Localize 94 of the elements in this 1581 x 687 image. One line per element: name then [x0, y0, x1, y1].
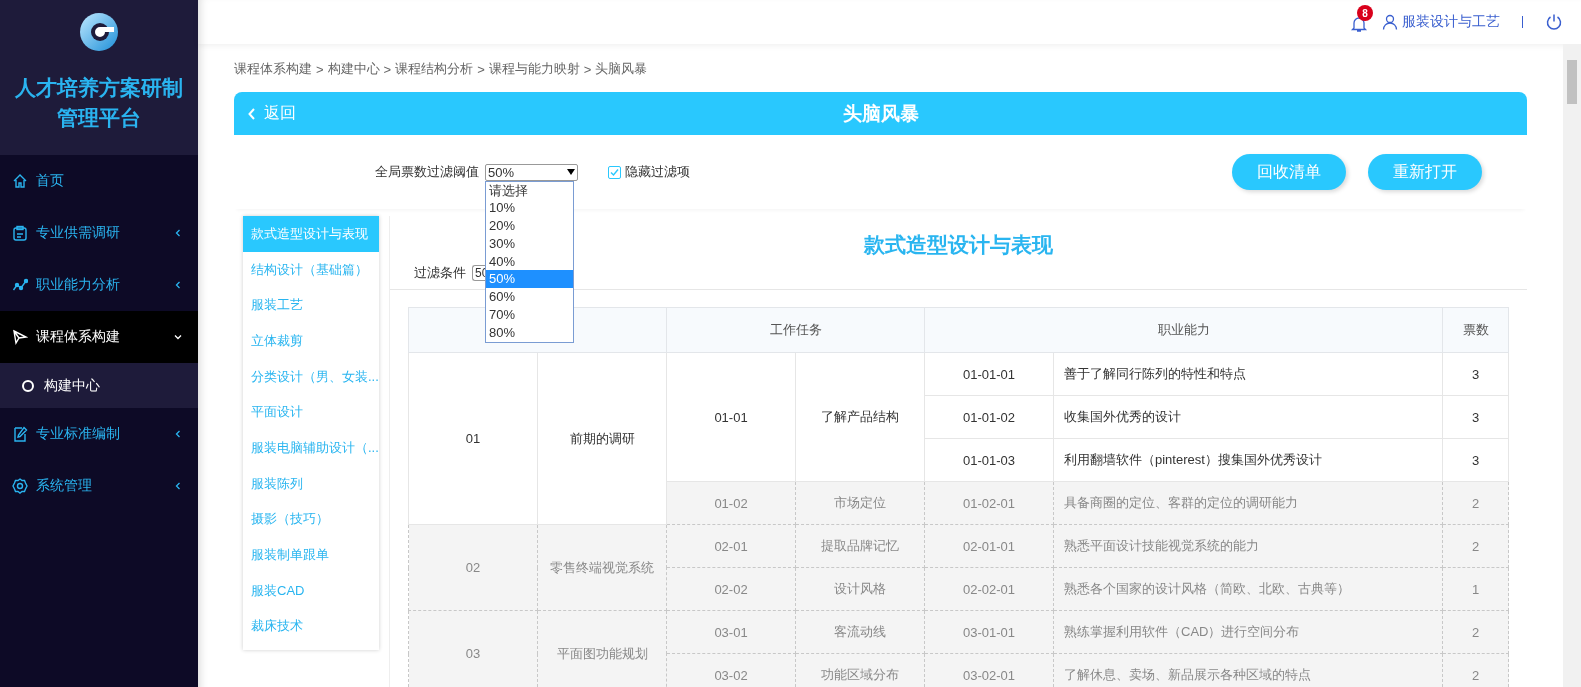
checkbox[interactable]: [608, 165, 621, 179]
table-cell: 3: [1442, 395, 1509, 439]
menu-item[interactable]: 专业标准编制: [0, 408, 198, 460]
dropdown-option[interactable]: 80%: [486, 323, 573, 342]
dropdown-option[interactable]: 20%: [486, 217, 573, 235]
table-cell: 熟练掌握利用软件（CAD）进行空间分布: [1053, 610, 1443, 654]
table-cell: 熟悉各个国家的设计风格（简欧、北欧、古典等）: [1053, 567, 1443, 611]
table-cell: 02-02-01: [924, 567, 1054, 611]
menu-item[interactable]: 首页: [0, 155, 198, 207]
column-header: 工作任务: [666, 307, 925, 353]
dropdown-option[interactable]: 50%: [486, 270, 573, 289]
table-cell: 01-01: [666, 352, 796, 482]
table-cell: 市场定位: [795, 481, 925, 525]
table-cell: 利用翻墙软件（pinterest）搜集国外优秀设计: [1053, 438, 1443, 482]
table-cell: 功能区域分布: [795, 653, 925, 687]
dropdown-option[interactable]: 70%: [486, 306, 573, 324]
table-cell: 零售终端视觉系统: [537, 524, 667, 611]
menu-item[interactable]: 职业能力分析: [0, 259, 198, 311]
user-icon[interactable]: [1382, 14, 1398, 30]
bell-icon[interactable]: [1350, 15, 1368, 33]
clipboard-icon: [12, 225, 28, 241]
dropdown-option[interactable]: 40%: [486, 252, 573, 271]
breadcrumb-item[interactable]: 构建中心: [327, 60, 380, 78]
settings-icon: [12, 478, 28, 494]
breadcrumb-separator: >: [316, 61, 324, 77]
breadcrumb-item[interactable]: 头脑风暴: [595, 60, 648, 78]
table-cell: 01-01-03: [924, 438, 1054, 482]
menu-item[interactable]: 专业供需调研: [0, 207, 198, 259]
breadcrumb-separator: >: [583, 61, 592, 77]
dropdown-arrow-icon: [567, 169, 575, 175]
table-cell: 02-02: [666, 567, 796, 611]
breadcrumb-item[interactable]: 课程体系构建: [234, 60, 312, 78]
table-cell: 03-02-01: [924, 653, 1054, 687]
column-header: 票数: [1442, 307, 1509, 353]
table-cell: 善于了解同行陈列的特性和特点: [1053, 352, 1443, 396]
app-title: 管理平台: [57, 105, 141, 131]
table-cell: 01-02-01: [924, 481, 1054, 525]
table-cell: 03-01: [666, 610, 796, 654]
breadcrumb-item[interactable]: 课程与能力映射: [488, 60, 580, 78]
table-cell: 01: [408, 352, 538, 525]
table-cell: 平面图功能规划: [537, 610, 667, 687]
table-cell: 03-02: [666, 653, 796, 687]
table-cell: 了解产品结构: [795, 352, 925, 482]
table-cell: 02: [408, 524, 538, 611]
edit-document-icon: [12, 426, 28, 442]
table-cell: 提取品牌记忆: [795, 524, 925, 568]
breadcrumb-separator: >: [477, 61, 485, 77]
chevron-left-icon: [248, 107, 256, 120]
table-cell: 2: [1442, 524, 1509, 568]
notification-badge: 8: [1357, 5, 1373, 21]
course-title: 款式造型设计与表现: [864, 232, 1053, 257]
checkbox-label: 隐藏过滤项: [625, 163, 690, 181]
table-cell: 1: [1442, 567, 1509, 611]
table-cell: 前期的调研: [537, 352, 667, 525]
table-cell: 01-02: [666, 481, 796, 525]
table-cell: 2: [1442, 610, 1509, 654]
pointer-icon: [12, 329, 28, 345]
table-cell: 熟悉平面设计技能视觉系统的能力: [1053, 524, 1443, 568]
table-cell: 3: [1442, 352, 1509, 396]
table-cell: 01-01-02: [924, 395, 1054, 439]
submenu-item[interactable]: 构建中心: [0, 363, 198, 408]
threshold-select[interactable]: 50%: [485, 163, 578, 181]
table-cell: 客流动线: [795, 610, 925, 654]
page-title: 头脑风暴: [842, 101, 919, 126]
dropdown-option[interactable]: 60%: [486, 288, 573, 307]
table-cell: 03: [408, 610, 538, 687]
table-cell: 了解休息、卖场、新品展示各种区域的特点: [1053, 653, 1443, 687]
threshold-label: 全局票数过滤阈值: [375, 163, 479, 181]
table-cell: 收集国外优秀的设计: [1053, 395, 1443, 439]
column-header: 职业能力: [924, 307, 1443, 353]
line-chart-icon: [12, 277, 28, 293]
filter-label: 过滤条件: [414, 264, 466, 282]
table-cell: 2: [1442, 653, 1509, 687]
table-cell: 03-01-01: [924, 610, 1054, 654]
scrollbar[interactable]: [1563, 44, 1581, 687]
table-cell: 02-01: [666, 524, 796, 568]
dropdown-option[interactable]: 30%: [486, 234, 573, 253]
dropdown-option[interactable]: 请选择: [486, 181, 573, 200]
home-icon: [12, 173, 28, 189]
table-cell: 01-01-01: [924, 352, 1054, 396]
breadcrumb-separator: >: [383, 61, 392, 77]
table-cell: 3: [1442, 438, 1509, 482]
table-cell: 设计风格: [795, 567, 925, 611]
app-title: 人才培养方案研制: [15, 75, 183, 101]
power-icon[interactable]: [1545, 13, 1563, 31]
dropdown-option[interactable]: 10%: [486, 199, 573, 218]
table-cell: 2: [1442, 481, 1509, 525]
logo-icon: [79, 12, 119, 52]
user-name[interactable]: 服装设计与工艺: [1402, 13, 1500, 31]
breadcrumb-item[interactable]: 课程结构分析: [395, 60, 474, 78]
menu-item[interactable]: 系统管理: [0, 460, 198, 512]
table-cell: 02-01-01: [924, 524, 1054, 568]
menu-item[interactable]: 课程体系构建: [0, 311, 198, 363]
table-cell: 具备商圈的定位、客群的定位的调研能力: [1053, 481, 1443, 525]
